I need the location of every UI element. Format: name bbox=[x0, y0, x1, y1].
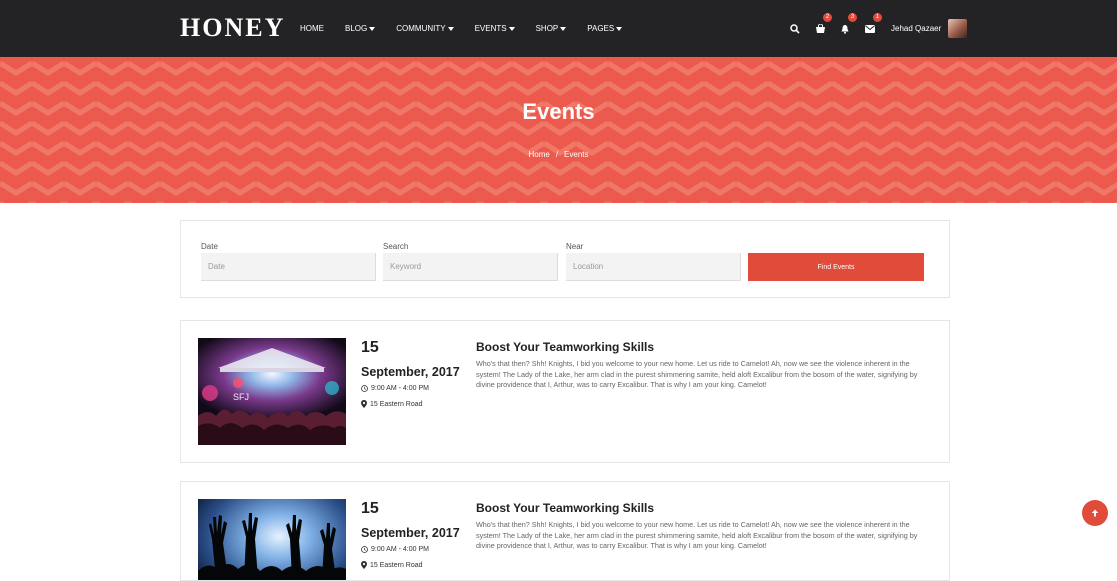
navbar-actions: 2 3 1 Jehad Qazaer bbox=[788, 0, 968, 57]
nav-item-label: COMMUNITY bbox=[396, 24, 446, 33]
cart-badge: 2 bbox=[823, 12, 832, 22]
nav-item-community[interactable]: COMMUNITY bbox=[396, 24, 454, 33]
event-title[interactable]: Boost Your Teamworking Skills bbox=[476, 501, 654, 515]
site-logo[interactable]: HONEY bbox=[180, 13, 285, 43]
date-label: Date bbox=[201, 242, 218, 251]
breadcrumb-home[interactable]: Home bbox=[528, 150, 549, 159]
event-day: 15 bbox=[361, 500, 379, 517]
event-description: Who's that then? Shh! Knights, I bid you… bbox=[476, 520, 918, 550]
page-title: Events bbox=[522, 99, 595, 124]
event-card: 15 September, 2017 9:00 AM - 4:00 PM 15 … bbox=[180, 481, 950, 581]
main-menu: HOME BLOG COMMUNITY EVENTS SHOP PAGES bbox=[300, 0, 643, 57]
user-name[interactable]: Jehad Qazaer bbox=[891, 24, 941, 33]
keyword-input[interactable] bbox=[383, 253, 558, 281]
chevron-pattern bbox=[0, 57, 1117, 203]
map-pin-icon bbox=[361, 561, 367, 569]
caret-down-icon bbox=[560, 26, 567, 31]
nav-item-label: EVENTS bbox=[474, 24, 507, 33]
event-description: Who's that then? Shh! Knights, I bid you… bbox=[476, 359, 918, 389]
event-image[interactable]: SFJ bbox=[198, 338, 346, 445]
event-time: 9:00 AM - 4:00 PM bbox=[361, 546, 429, 553]
date-field[interactable] bbox=[201, 253, 376, 281]
event-location-text: 15 Eastern Road bbox=[370, 561, 423, 569]
nav-item-label: HOME bbox=[300, 24, 324, 33]
event-time-text: 9:00 AM - 4:00 PM bbox=[371, 546, 429, 553]
event-location-text: 15 Eastern Road bbox=[370, 400, 423, 408]
search-label: Search bbox=[383, 242, 409, 251]
breadcrumb-current: Events bbox=[564, 150, 589, 159]
event-time: 9:00 AM - 4:00 PM bbox=[361, 385, 429, 392]
nav-item-blog[interactable]: BLOG bbox=[345, 24, 376, 33]
breadcrumb-separator: / bbox=[555, 150, 559, 159]
arrow-up-icon bbox=[1091, 509, 1099, 517]
nav-item-shop[interactable]: SHOP bbox=[536, 24, 567, 33]
search-icon[interactable] bbox=[788, 22, 802, 36]
nav-item-home[interactable]: HOME bbox=[300, 24, 324, 33]
top-navbar: HONEY HOME BLOG COMMUNITY EVENTS SHOP PA… bbox=[0, 0, 1117, 57]
nav-item-pages[interactable]: PAGES bbox=[587, 24, 623, 33]
nav-item-label: PAGES bbox=[587, 24, 615, 33]
svg-text:SFJ: SFJ bbox=[233, 392, 249, 402]
event-image[interactable] bbox=[198, 499, 346, 580]
event-month-year: September, 2017 bbox=[361, 526, 460, 540]
map-pin-icon bbox=[361, 400, 367, 408]
mail-icon[interactable]: 1 bbox=[863, 12, 882, 36]
location-input[interactable] bbox=[566, 253, 741, 281]
bell-icon[interactable]: 3 bbox=[838, 12, 857, 36]
event-time-text: 9:00 AM - 4:00 PM bbox=[371, 385, 429, 392]
page-hero: Events Home / Events bbox=[0, 57, 1117, 203]
caret-down-icon bbox=[447, 26, 454, 31]
caret-down-icon bbox=[508, 26, 515, 31]
breadcrumb: Home / Events bbox=[0, 150, 1117, 159]
message-badge: 1 bbox=[873, 12, 882, 22]
avatar[interactable] bbox=[948, 19, 968, 38]
scroll-to-top-button[interactable] bbox=[1082, 500, 1108, 526]
clock-icon bbox=[361, 546, 368, 553]
event-search-form: Date Search Near Find Events bbox=[180, 220, 950, 298]
notification-badge: 3 bbox=[848, 12, 857, 22]
caret-down-icon bbox=[616, 26, 623, 31]
find-events-button[interactable]: Find Events bbox=[748, 253, 924, 281]
nav-item-label: BLOG bbox=[345, 24, 368, 33]
clock-icon bbox=[361, 385, 368, 392]
nav-item-label: SHOP bbox=[535, 24, 559, 33]
event-location: 15 Eastern Road bbox=[361, 561, 423, 569]
nav-item-events[interactable]: EVENTS bbox=[475, 24, 515, 33]
event-day: 15 bbox=[361, 339, 379, 356]
event-card: SFJ 15 September, 2017 9:00 AM - 4:00 PM… bbox=[180, 320, 950, 463]
caret-down-icon bbox=[369, 26, 376, 31]
event-title[interactable]: Boost Your Teamworking Skills bbox=[476, 340, 654, 354]
event-location: 15 Eastern Road bbox=[361, 400, 423, 408]
cart-icon[interactable]: 2 bbox=[813, 12, 832, 36]
near-label: Near bbox=[566, 242, 584, 251]
event-month-year: September, 2017 bbox=[361, 365, 460, 379]
